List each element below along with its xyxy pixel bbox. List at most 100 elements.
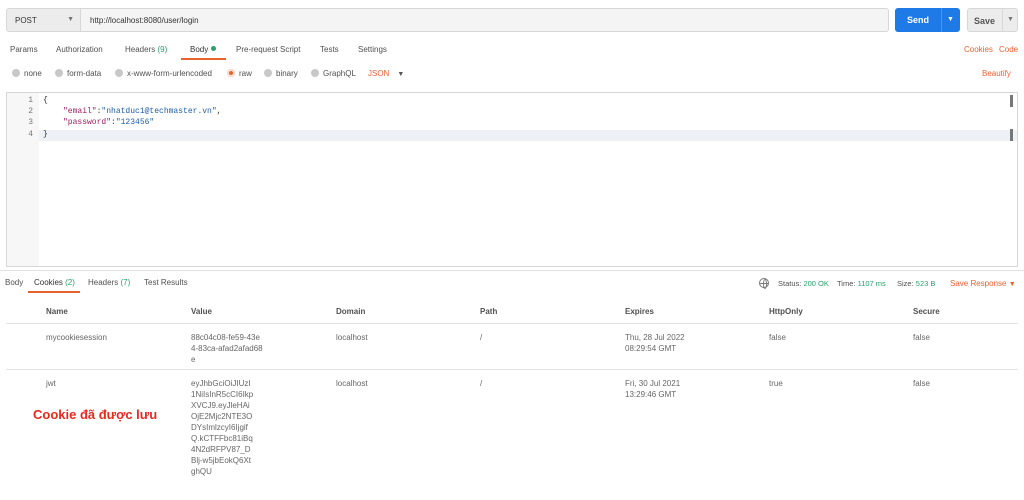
body-editor[interactable]: 1 2 3 4 { "email":"nhatduc1@techmaster.v… (6, 92, 1018, 267)
active-tab-indicator (181, 58, 226, 60)
column-header: Value (191, 307, 212, 316)
tab-label: Pre-request Script (236, 45, 301, 54)
line-number: 1 (28, 96, 33, 105)
radio-icon (264, 69, 272, 77)
tab-count: (2) (65, 278, 75, 287)
annotation-label: Cookie đã được lưu (33, 407, 158, 422)
body-type-binary[interactable]: binary (264, 69, 298, 78)
line-number: 2 (28, 107, 33, 116)
current-line-highlight (39, 130, 1017, 141)
save-response-button[interactable]: Save Response ▼ (950, 279, 1016, 288)
body-type-urlencoded[interactable]: x-www-form-urlencoded (115, 69, 212, 78)
json-key: "password" (63, 118, 112, 127)
table-row: eyJhbGciOiJIUzI1NiIsInR5cCI6IkpXVCJ9.eyJ… (6, 370, 1018, 482)
table-header: Name Value Domain Path Expires HttpOnly … (6, 298, 1018, 324)
option-label: x-www-form-urlencoded (127, 69, 212, 78)
editor-scrollbar[interactable] (1010, 95, 1013, 107)
tab-authorization[interactable]: Authorization (56, 45, 103, 54)
tab-params[interactable]: Params (10, 45, 38, 54)
option-label: raw (239, 69, 252, 78)
column-header: Domain (336, 307, 366, 316)
res-tab-headers[interactable]: Headers (7) (88, 278, 130, 287)
save-button[interactable]: Save ▼ (967, 8, 1018, 32)
cell-name: jwt (46, 379, 56, 388)
beautify-link[interactable]: Beautify (982, 69, 1011, 78)
globe-icon[interactable] (759, 278, 769, 289)
time-info: Time: 1107 ms (837, 279, 886, 288)
tab-label: Cookies (34, 278, 63, 287)
tab-count: (7) (120, 278, 131, 287)
expires-date: Fri, 30 Jul 2021 (625, 379, 681, 388)
line-number: 4 (28, 130, 33, 139)
send-divider (941, 8, 942, 32)
request-url-bar: POST ▼ http://localhost:8080/user/login … (6, 8, 1018, 32)
send-label: Send (907, 15, 930, 25)
res-tab-body[interactable]: Body (5, 278, 23, 287)
expires-time: 13:29:46 GMT (625, 390, 677, 399)
cell-name: mycookiesession (46, 333, 107, 342)
status-value: 200 OK (803, 279, 829, 288)
code-token: { (43, 96, 48, 105)
save-response-label: Save Response (950, 279, 1007, 288)
radio-icon (311, 69, 319, 77)
code-line: } (43, 130, 48, 139)
cell-path: / (480, 379, 483, 388)
editor-scrollbar-thumb[interactable] (1010, 129, 1013, 141)
option-label: form-data (67, 69, 102, 78)
tab-label: Tests (320, 45, 339, 54)
tab-tests[interactable]: Tests (320, 45, 339, 54)
time-value: 1107 ms (857, 279, 886, 288)
cell-httponly: true (769, 379, 783, 388)
tab-label: Body (5, 278, 24, 287)
cell-secure: false (913, 333, 930, 342)
tab-label: Authorization (56, 45, 103, 54)
radio-icon (12, 69, 20, 77)
method-select[interactable]: POST ▼ (6, 8, 81, 32)
format-select[interactable]: JSON ▼ (368, 69, 404, 78)
cell-secure: false (913, 379, 930, 388)
save-divider (1002, 9, 1003, 31)
tab-label: Headers (88, 278, 119, 287)
tab-body[interactable]: Body (190, 45, 217, 54)
chevron-down-icon[interactable]: ▼ (1007, 16, 1014, 23)
body-type-raw[interactable]: raw (227, 69, 252, 78)
code-line: "email":"nhatduc1@techmaster.vn", (63, 107, 222, 116)
body-type-form-data[interactable]: form-data (55, 69, 101, 78)
res-tab-cookies[interactable]: Cookies (2) (34, 278, 75, 287)
url-input[interactable]: http://localhost:8080/user/login (81, 8, 889, 32)
send-button[interactable]: Send ▼ (895, 8, 960, 32)
pane-divider[interactable] (0, 270, 1024, 271)
column-header: Expires (625, 307, 654, 316)
option-label: none (24, 69, 42, 78)
radio-icon (55, 69, 63, 77)
tab-settings[interactable]: Settings (358, 45, 387, 54)
code-line: "password":"123456" (63, 118, 155, 127)
tab-pre-request-script[interactable]: Pre-request Script (236, 45, 300, 54)
chevron-down-icon: ▼ (67, 16, 74, 23)
chevron-down-icon: ▼ (397, 71, 405, 78)
cell-domain: localhost (336, 379, 368, 388)
column-header: Secure (913, 307, 940, 316)
column-header: Path (480, 307, 498, 316)
option-label: binary (276, 69, 298, 78)
meta-label: Time: (837, 279, 856, 288)
save-label: Save (974, 16, 996, 26)
cell-httponly: false (769, 333, 786, 342)
tab-label: Test Results (144, 278, 188, 287)
chevron-down-icon: ▼ (1008, 281, 1016, 288)
body-type-graphql[interactable]: GraphQL (311, 69, 356, 78)
cookies-link[interactable]: Cookies (964, 45, 993, 54)
res-tab-test-results[interactable]: Test Results (144, 278, 188, 287)
tab-label: Params (10, 45, 38, 54)
table-row: mycookiesession 88c04c08-fe59-43e4-83ca-… (6, 324, 1018, 370)
chevron-down-icon[interactable]: ▼ (947, 16, 954, 23)
code-link[interactable]: Code (999, 45, 1018, 54)
tab-count: (9) (157, 45, 168, 54)
option-label: GraphQL (323, 69, 356, 78)
modified-dot-icon (211, 46, 217, 51)
tab-headers[interactable]: Headers (9) (125, 45, 167, 54)
body-type-none[interactable]: none (12, 69, 42, 78)
json-value: "nhatduc1@techmaster.vn" (101, 107, 217, 116)
tab-label: Headers (125, 45, 156, 54)
tab-label: Settings (358, 45, 387, 54)
